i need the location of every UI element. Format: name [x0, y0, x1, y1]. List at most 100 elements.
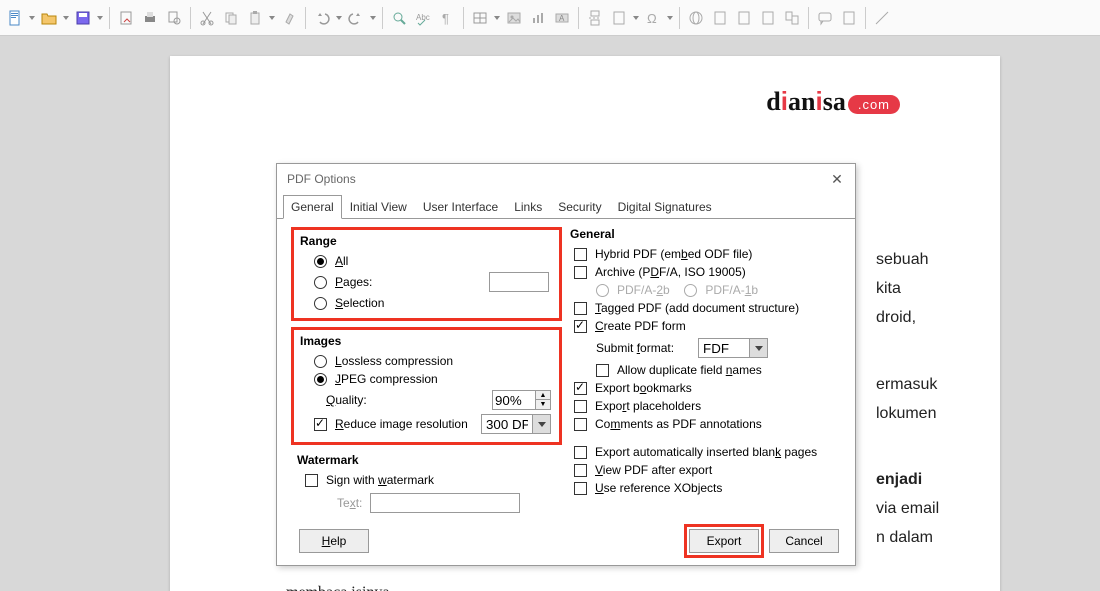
tab-general[interactable]: General	[283, 195, 342, 219]
watermark-text-input[interactable]	[370, 493, 520, 513]
image-icon[interactable]	[503, 7, 525, 29]
chart-icon[interactable]	[527, 7, 549, 29]
format-paintbrush-icon[interactable]	[278, 7, 300, 29]
special-char-icon[interactable]: Ω	[642, 7, 664, 29]
tagged-label[interactable]: Tagged PDF (add document structure)	[595, 301, 799, 315]
tab-links[interactable]: Links	[506, 195, 550, 219]
range-selection-radio[interactable]	[314, 297, 327, 310]
archive-label[interactable]: Archive (PDF/A, ISO 19005)	[595, 265, 746, 279]
sign-watermark-checkbox[interactable]	[305, 474, 318, 487]
open-dropdown-icon[interactable]	[62, 16, 70, 20]
placeholders-label[interactable]: Export placeholders	[595, 399, 701, 413]
view-after-checkbox[interactable]	[574, 464, 587, 477]
tagged-checkbox[interactable]	[574, 302, 587, 315]
dpi-select[interactable]	[481, 414, 533, 434]
export-button[interactable]: Export	[689, 529, 759, 553]
archive-checkbox[interactable]	[574, 266, 587, 279]
hybrid-label[interactable]: Hybrid PDF (embed ODF file)	[595, 247, 752, 261]
tab-initial-view[interactable]: Initial View	[342, 195, 415, 219]
undo-icon[interactable]	[311, 7, 333, 29]
range-pages-input[interactable]	[489, 272, 549, 292]
field-icon[interactable]	[608, 7, 630, 29]
tab-digital-signatures[interactable]: Digital Signatures	[610, 195, 720, 219]
xobjects-checkbox[interactable]	[574, 482, 587, 495]
tab-user-interface[interactable]: User Interface	[415, 195, 506, 219]
close-icon[interactable]: ✕	[829, 171, 845, 187]
line-icon[interactable]	[871, 7, 893, 29]
paste-icon[interactable]	[244, 7, 266, 29]
bookmarks-checkbox[interactable]	[574, 382, 587, 395]
range-all-radio[interactable]	[314, 255, 327, 268]
jpeg-radio[interactable]	[314, 373, 327, 386]
comments-checkbox[interactable]	[574, 418, 587, 431]
bookmark-icon[interactable]	[757, 7, 779, 29]
special-char-dropdown-icon[interactable]	[666, 16, 674, 20]
dpi-dropdown-icon[interactable]	[533, 414, 551, 434]
submit-format-select[interactable]	[698, 338, 750, 358]
new-doc-icon[interactable]	[4, 7, 26, 29]
page-break-icon[interactable]	[584, 7, 606, 29]
find-replace-icon[interactable]	[388, 7, 410, 29]
submit-format-dropdown-icon[interactable]	[750, 338, 768, 358]
endnote-icon[interactable]	[733, 7, 755, 29]
duplicate-names-checkbox[interactable]	[596, 364, 609, 377]
print-preview-icon[interactable]	[163, 7, 185, 29]
print-icon[interactable]	[139, 7, 161, 29]
spellcheck-icon[interactable]: Abc	[412, 7, 434, 29]
copy-icon[interactable]	[220, 7, 242, 29]
redo-icon[interactable]	[345, 7, 367, 29]
page-text-block-2: ermasuk lokumen	[876, 371, 966, 429]
cross-ref-icon[interactable]	[781, 7, 803, 29]
help-button[interactable]: Help	[299, 529, 369, 553]
dialog-titlebar: PDF Options ✕	[277, 164, 855, 194]
redo-dropdown-icon[interactable]	[369, 16, 377, 20]
footnote-icon[interactable]	[709, 7, 731, 29]
field-dropdown-icon[interactable]	[632, 16, 640, 20]
watermark-label: Watermark	[297, 453, 556, 467]
sign-watermark-label[interactable]: Sign with watermark	[326, 473, 434, 487]
range-all-label[interactable]: All	[335, 254, 348, 268]
quality-spinner[interactable]: ▲▼	[536, 390, 551, 410]
lossless-label[interactable]: Lossless compression	[335, 354, 453, 368]
paste-dropdown-icon[interactable]	[268, 16, 276, 20]
range-pages-radio[interactable]	[314, 276, 327, 289]
hybrid-checkbox[interactable]	[574, 248, 587, 261]
pdfa2b-label: PDF/A-2b	[617, 283, 670, 297]
textbox-icon[interactable]: A	[551, 7, 573, 29]
comment-icon[interactable]	[814, 7, 836, 29]
blank-pages-label[interactable]: Export automatically inserted blank page…	[595, 445, 817, 459]
duplicate-names-label[interactable]: Allow duplicate field names	[617, 363, 762, 377]
open-icon[interactable]	[38, 7, 60, 29]
tab-security[interactable]: Security	[550, 195, 609, 219]
quality-input[interactable]	[492, 390, 536, 410]
cancel-button[interactable]: Cancel	[769, 529, 839, 553]
bookmarks-label[interactable]: Export bookmarks	[595, 381, 692, 395]
save-icon[interactable]	[72, 7, 94, 29]
new-doc-dropdown-icon[interactable]	[28, 16, 36, 20]
export-pdf-icon[interactable]	[115, 7, 137, 29]
table-icon[interactable]	[469, 7, 491, 29]
formatting-marks-icon[interactable]: ¶	[436, 7, 458, 29]
range-pages-label[interactable]: Pages:	[335, 275, 372, 289]
blank-pages-checkbox[interactable]	[574, 446, 587, 459]
track-changes-icon[interactable]	[838, 7, 860, 29]
undo-dropdown-icon[interactable]	[335, 16, 343, 20]
xobjects-label[interactable]: Use reference XObjects	[595, 481, 722, 495]
range-selection-label[interactable]: Selection	[335, 296, 384, 310]
comments-label[interactable]: Comments as PDF annotations	[595, 417, 762, 431]
lossless-radio[interactable]	[314, 355, 327, 368]
reduce-resolution-label[interactable]: Reduce image resolution	[335, 417, 468, 431]
cut-icon[interactable]	[196, 7, 218, 29]
hyperlink-icon[interactable]	[685, 7, 707, 29]
table-dropdown-icon[interactable]	[493, 16, 501, 20]
page-text-block-3: enjadi via email n dalam	[876, 466, 966, 552]
create-form-checkbox[interactable]	[574, 320, 587, 333]
placeholders-checkbox[interactable]	[574, 400, 587, 413]
left-column: Range All Pages: Selection	[287, 227, 566, 515]
create-form-label[interactable]: Create PDF form	[595, 319, 686, 333]
jpeg-label[interactable]: JPEG compression	[335, 372, 438, 386]
reduce-resolution-checkbox[interactable]	[314, 418, 327, 431]
view-after-label[interactable]: View PDF after export	[595, 463, 712, 477]
save-dropdown-icon[interactable]	[96, 16, 104, 20]
toolbar-separator	[679, 7, 680, 29]
